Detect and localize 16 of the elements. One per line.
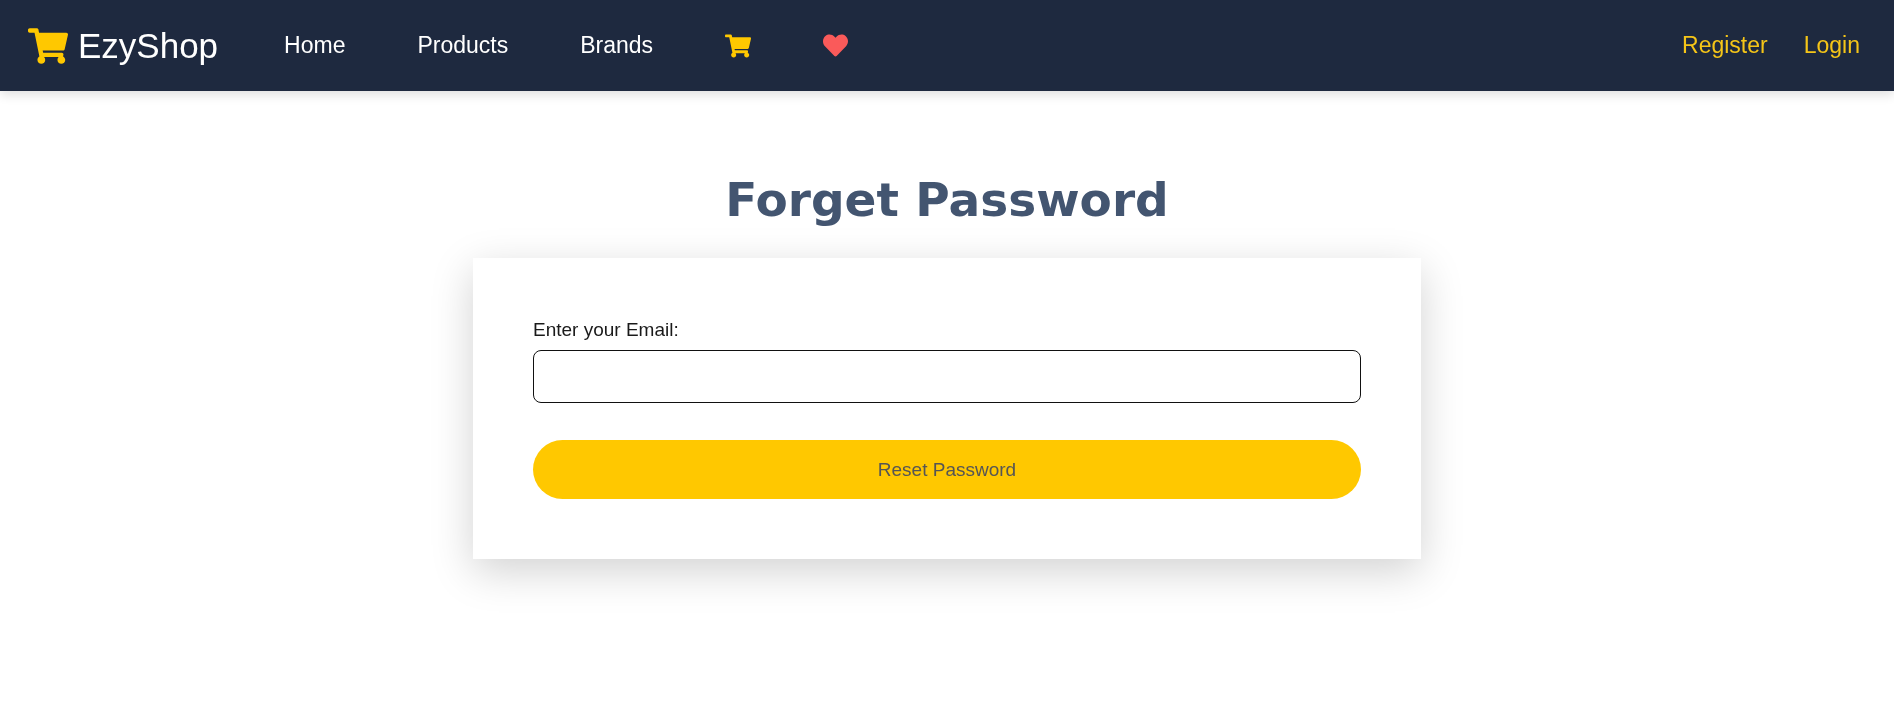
nav-link[interactable]: Products <box>417 32 509 59</box>
cart-link[interactable] <box>725 32 752 59</box>
page-title: Forget Password <box>725 171 1169 229</box>
nav-link[interactable]: Brands <box>580 32 654 59</box>
reset-password-button[interactable]: Reset Password <box>533 440 1361 499</box>
auth-link[interactable]: Register <box>1682 32 1768 59</box>
email-field[interactable] <box>533 350 1361 403</box>
auth-link[interactable]: Login <box>1803 32 1860 59</box>
brand-name: EzyShop <box>78 25 219 66</box>
brand-logo[interactable]: EzyShop <box>28 25 219 66</box>
wishlist-link[interactable] <box>823 33 849 58</box>
heart-icon <box>823 33 849 58</box>
nav-link[interactable]: Home <box>284 32 346 59</box>
email-label: Enter your Email: <box>533 318 680 342</box>
cart-logo-icon <box>28 25 68 66</box>
cart-icon <box>725 32 752 59</box>
